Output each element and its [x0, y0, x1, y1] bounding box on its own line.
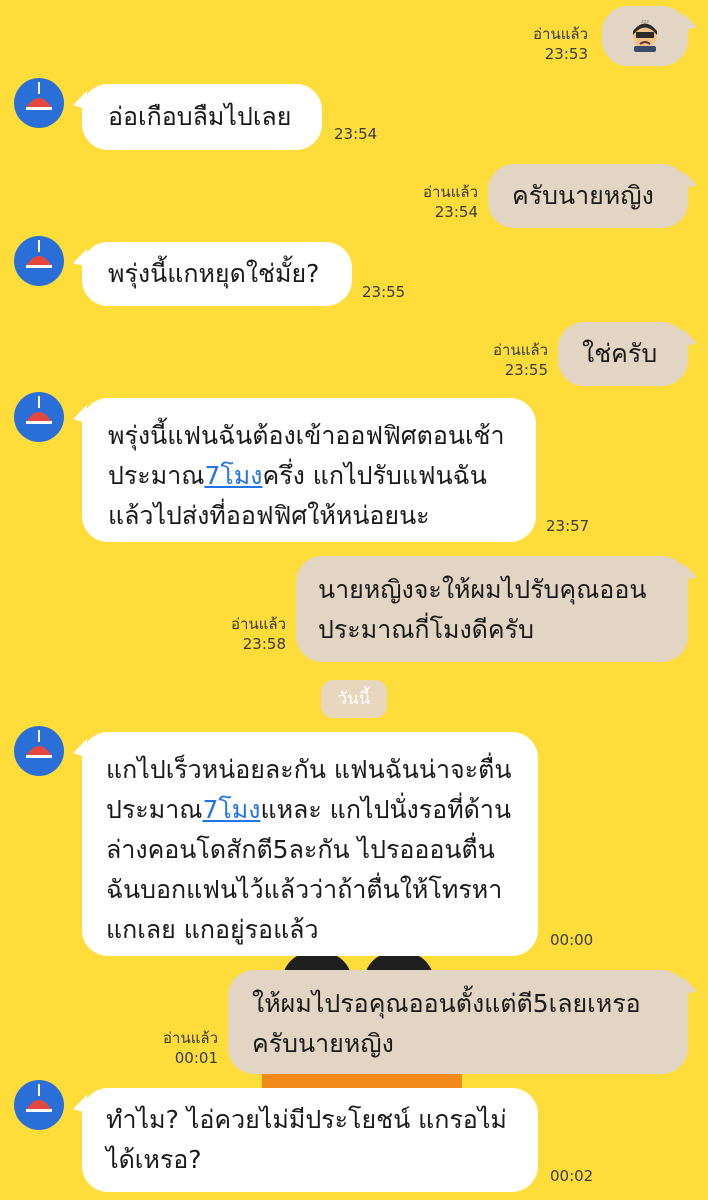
read-receipt: อ่านแล้ว [533, 25, 588, 43]
time-link[interactable]: 7โมง [204, 461, 262, 490]
message-text: แกเลย แกอยู่รอแล้ว [106, 915, 319, 944]
message-meta: อ่านแล้ว 23:55 [493, 340, 548, 380]
message-meta: 23:54 [334, 124, 377, 144]
timestamp: 23:54 [434, 203, 478, 221]
message-meta: 00:02 [550, 1166, 593, 1186]
read-receipt: อ่านแล้ว [423, 183, 478, 201]
avatar[interactable] [14, 236, 64, 286]
read-receipt: อ่านแล้ว [493, 341, 548, 359]
persevering-face-icon: zzz [602, 18, 688, 52]
time-link[interactable]: 7โมง [202, 795, 260, 824]
message-meta: อ่านแล้ว 23:58 [231, 614, 286, 654]
incoming-message-bubble[interactable]: แกไปเร็วหน่อยละกัน แฟนฉันน่าจะตื่น ประมา… [82, 732, 538, 956]
message-meta: อ่านแล้ว 23:53 [533, 24, 588, 64]
timestamp: 00:01 [174, 1049, 218, 1067]
read-receipt: อ่านแล้ว [163, 1029, 218, 1047]
message-meta: อ่านแล้ว 00:01 [163, 1028, 218, 1068]
read-receipt: อ่านแล้ว [231, 615, 286, 633]
message-text: พรุ่งนี้แกหยุดใช่มั้ย? [108, 259, 320, 288]
message-text: ฉันบอกแฟนไว้แล้วว่าถ้าตื่นให้โทรหา [106, 875, 503, 904]
outgoing-message-bubble[interactable]: ใช่ครับ [558, 322, 688, 386]
message-text: ครับนายหญิง [252, 1029, 394, 1058]
timestamp: 23:55 [362, 283, 406, 301]
timestamp: 00:02 [550, 1167, 594, 1185]
avatar[interactable] [14, 726, 64, 776]
incoming-message-bubble[interactable]: อ่อเกือบลืมไปเลย [82, 84, 322, 150]
lamp-icon [26, 82, 52, 110]
message-meta: 00:00 [550, 930, 593, 950]
message-text: ล่างคอนโดสักตี5ละกัน ไปรอออนตื่น [106, 835, 495, 864]
incoming-message-bubble[interactable]: พรุ่งนี้แกหยุดใช่มั้ย? [82, 242, 352, 306]
timestamp: 00:00 [550, 931, 594, 949]
timestamp: 23:57 [546, 517, 590, 535]
message-text: แกไปเร็วหน่อยละกัน แฟนฉันน่าจะตื่น [106, 755, 512, 784]
message-text: ประมาณ7โมงแหละ แกไปนั่งรอที่ด้าน [106, 795, 512, 824]
timestamp: 23:55 [504, 361, 548, 379]
message-text: นายหญิงจะให้ผมไปรับคุณออน [318, 575, 647, 604]
message-text: ใช่ครับ [582, 339, 658, 368]
message-meta: 23:55 [362, 282, 405, 302]
message-meta: 23:57 [546, 516, 589, 536]
message-text: ประมาณ7โมงครึ่ง แกไปรับแฟนฉัน [108, 461, 487, 490]
incoming-message-bubble[interactable]: ทำไม? ไอ่ควยไม่มีประโยชน์ แกรอไม่ ได้เหร… [82, 1088, 538, 1192]
incoming-message-bubble[interactable]: พรุ่งนี้แฟนฉันต้องเข้าออฟฟิศตอนเช้า ประม… [82, 398, 536, 542]
lamp-icon [26, 730, 52, 758]
outgoing-message-bubble[interactable]: ครับนายหญิง [488, 164, 688, 228]
outgoing-message-bubble[interactable]: นายหญิงจะให้ผมไปรับคุณออน ประมาณกี่โมงดี… [296, 556, 688, 662]
lamp-icon [26, 1084, 52, 1112]
message-text: พรุ่งนี้แฟนฉันต้องเข้าออฟฟิศตอนเช้า [108, 421, 505, 450]
outgoing-sticker-bubble[interactable]: zzz [602, 6, 688, 66]
timestamp: 23:58 [242, 635, 286, 653]
lamp-icon [26, 396, 52, 424]
date-divider: วันนี้ [321, 680, 387, 718]
message-text: อ่อเกือบลืมไปเลย [108, 102, 292, 131]
message-text: ให้ผมไปรอคุณออนตั้งแต่ตี5เลยเหรอ [252, 989, 641, 1018]
avatar[interactable] [14, 1080, 64, 1130]
timestamp: 23:54 [334, 125, 378, 143]
timestamp: 23:53 [544, 45, 588, 63]
avatar[interactable] [14, 392, 64, 442]
message-meta: อ่านแล้ว 23:54 [423, 182, 478, 222]
message-text: ประมาณกี่โมงดีครับ [318, 615, 534, 644]
message-text: ทำไม? ไอ่ควยไม่มีประโยชน์ แกรอไม่ [106, 1105, 507, 1134]
lamp-icon [26, 240, 52, 268]
svg-text:zzz: zzz [641, 19, 649, 25]
message-text: แล้วไปส่งที่ออฟฟิศให้หน่อยนะ [108, 501, 430, 530]
message-text: ได้เหรอ? [106, 1145, 202, 1174]
avatar[interactable] [14, 78, 64, 128]
message-text: ครับนายหญิง [512, 181, 654, 210]
outgoing-message-bubble[interactable]: ให้ผมไปรอคุณออนตั้งแต่ตี5เลยเหรอ ครับนาย… [228, 970, 688, 1074]
